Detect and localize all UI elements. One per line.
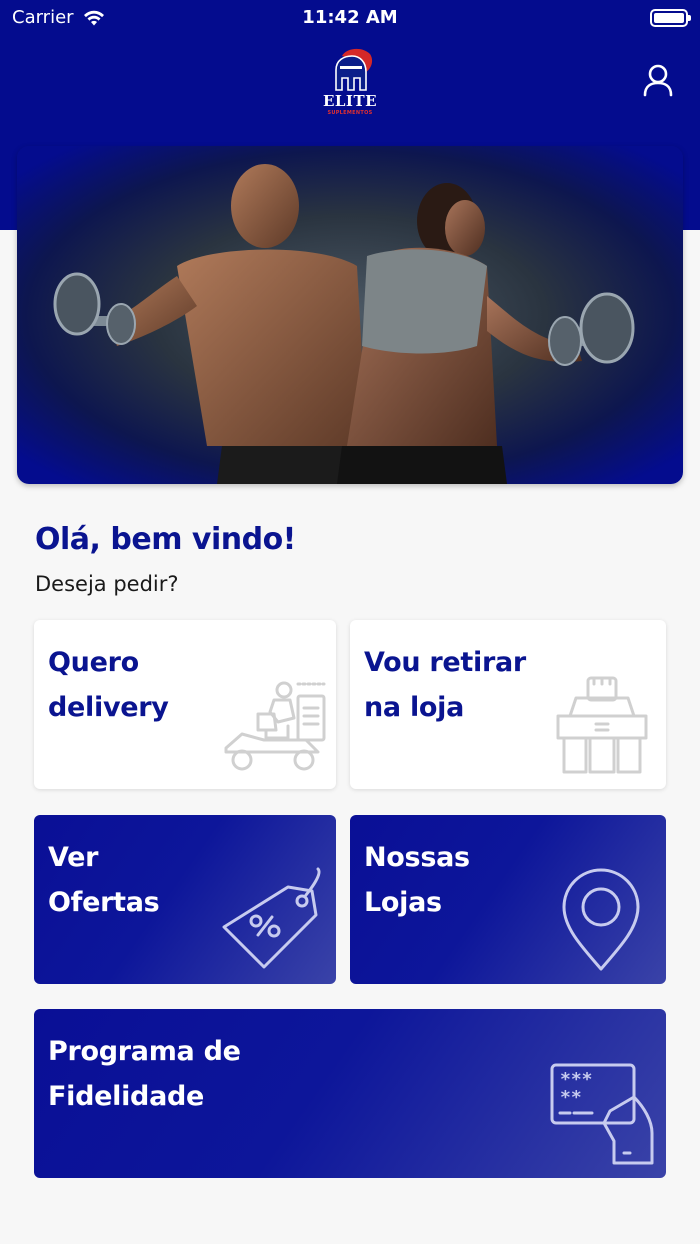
fitness-banner-image [17, 146, 683, 484]
delivery-card-line2: delivery [48, 692, 169, 723]
pickup-card[interactable]: Vou retirar na loja [350, 620, 666, 789]
delivery-card-label: Quero delivery [48, 640, 169, 730]
location-pin-icon [562, 868, 640, 971]
loyalty-card[interactable]: Programa de Fidelidade *** ** [34, 1009, 666, 1178]
battery-icon [650, 9, 691, 27]
offers-card[interactable]: Ver Ofertas [34, 815, 336, 984]
stores-card[interactable]: Nossas Lojas [350, 815, 666, 984]
stores-card-line2: Lojas [364, 887, 442, 918]
delivery-scooter-icon [224, 681, 326, 771]
status-time: 11:42 AM [302, 7, 398, 28]
hero-banner [17, 146, 683, 484]
delivery-card-line1: Quero [48, 647, 139, 678]
spartan-helmet-icon [335, 48, 373, 91]
pickup-card-line1: Vou retirar [364, 647, 526, 678]
stores-card-line1: Nossas [364, 842, 470, 873]
status-bar: Carrier 11:42 AM [0, 0, 700, 36]
loyalty-card-icon: *** ** [550, 1063, 654, 1165]
brand-logo: ELITE SUPLEMENTOS [320, 46, 380, 122]
logo-subtext: SUPLEMENTOS [327, 110, 373, 116]
svg-text:**: ** [560, 1087, 582, 1108]
logo-text: ELITE [322, 92, 378, 110]
store-pickup-icon [556, 676, 648, 774]
welcome-subtitle: Deseja pedir? [35, 572, 179, 596]
offers-card-label: Ver Ofertas [48, 835, 160, 925]
offers-card-line2: Ofertas [48, 887, 160, 918]
loyalty-card-line1: Programa de [48, 1036, 241, 1067]
loyalty-card-label: Programa de Fidelidade [48, 1029, 241, 1119]
user-icon [643, 64, 673, 97]
pickup-card-line2: na loja [364, 692, 465, 723]
loyalty-card-line2: Fidelidade [48, 1081, 205, 1112]
delivery-card[interactable]: Quero delivery [34, 620, 336, 789]
stores-card-label: Nossas Lojas [364, 835, 470, 925]
pickup-card-label: Vou retirar na loja [364, 640, 526, 730]
offers-card-line1: Ver [48, 842, 99, 873]
profile-button[interactable] [638, 62, 678, 102]
welcome-title: Olá, bem vindo! [35, 522, 296, 557]
discount-tag-icon [222, 867, 321, 969]
